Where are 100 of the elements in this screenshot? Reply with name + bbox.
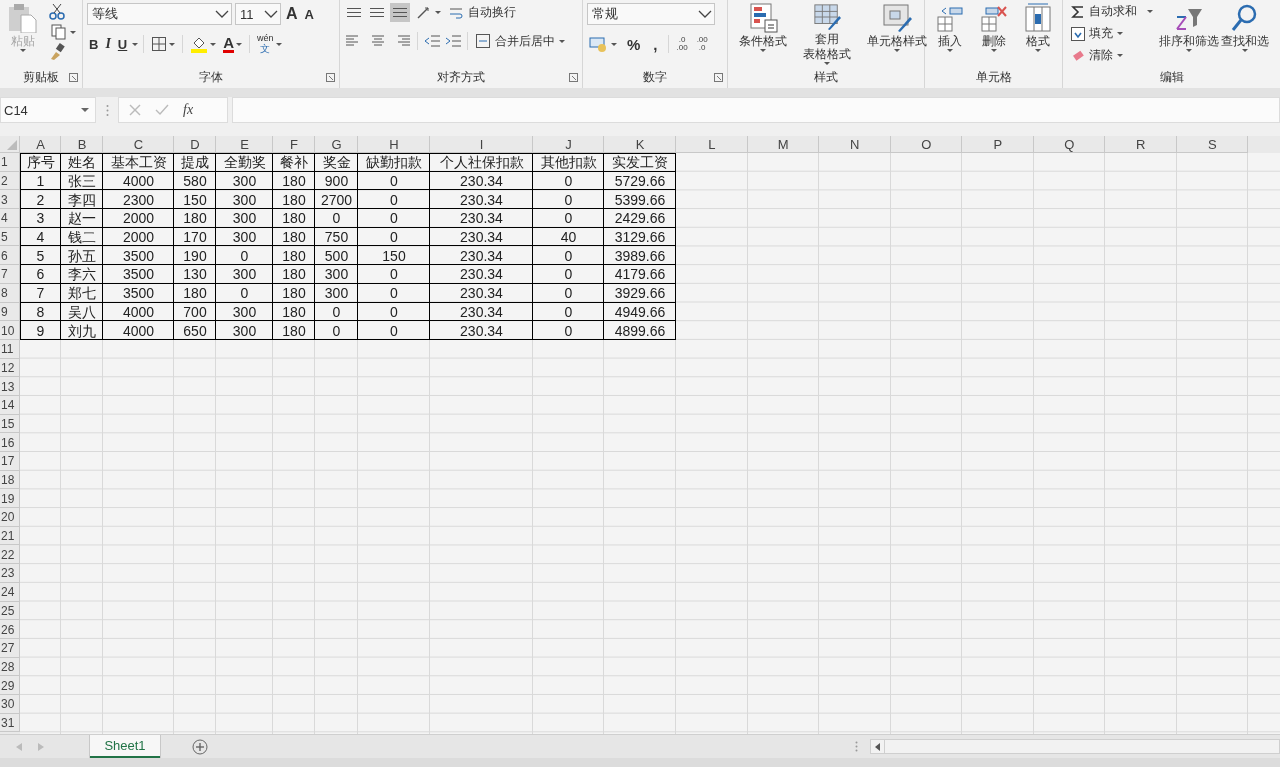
delete-button[interactable]: 删除 bbox=[977, 3, 1011, 65]
table-cell: 6 bbox=[20, 265, 61, 284]
column-header[interactable]: D bbox=[174, 136, 216, 153]
sort-filter-button[interactable]: 排序和筛选 bbox=[1159, 3, 1219, 65]
cancel-icon[interactable] bbox=[129, 104, 141, 116]
copy-button[interactable] bbox=[48, 23, 78, 41]
row-header[interactable]: 29 bbox=[0, 676, 20, 695]
left-arrow-icon[interactable] bbox=[875, 742, 880, 751]
row-header[interactable]: 4 bbox=[0, 209, 20, 228]
column-header[interactable]: G bbox=[315, 136, 358, 153]
bottom-align-button[interactable] bbox=[390, 3, 410, 22]
column-header[interactable]: M bbox=[747, 136, 819, 153]
format-button[interactable]: 格式 bbox=[1021, 3, 1055, 65]
column-header[interactable]: A bbox=[20, 136, 61, 153]
autosum-button[interactable]: 自动求和 bbox=[1069, 3, 1155, 20]
name-box[interactable]: C14 bbox=[0, 97, 96, 123]
column-header[interactable]: P bbox=[962, 136, 1034, 153]
row-header[interactable]: 16 bbox=[0, 433, 20, 452]
row-header[interactable]: 23 bbox=[0, 564, 20, 583]
bold-button[interactable]: B bbox=[87, 36, 101, 52]
decrease-font-size-button[interactable]: A bbox=[302, 6, 316, 22]
row-header[interactable]: 3 bbox=[0, 190, 20, 210]
merge-center-button[interactable]: 合并后居中 bbox=[473, 32, 567, 50]
table-cell: 吴八 bbox=[61, 302, 103, 322]
drag-handle-icon bbox=[105, 103, 109, 117]
insert-button[interactable]: 插入 bbox=[933, 3, 967, 65]
table-cell: 180 bbox=[273, 246, 315, 266]
phonetic-guide-button[interactable]: wén 文 bbox=[255, 34, 284, 54]
align-center-icon[interactable] bbox=[370, 33, 386, 49]
column-header[interactable]: L bbox=[676, 136, 748, 153]
increase-decimal-button[interactable]: .0 .00 bbox=[673, 36, 691, 52]
conditional-formatting-button[interactable]: 条件格式 bbox=[736, 3, 790, 65]
column-header[interactable]: S bbox=[1176, 136, 1248, 153]
row-header[interactable]: 20 bbox=[0, 508, 20, 527]
column-header[interactable]: I bbox=[430, 136, 533, 153]
column-header[interactable]: K bbox=[604, 136, 676, 153]
increase-font-size-button[interactable]: A bbox=[284, 5, 300, 23]
wrap-text-button[interactable]: 自动换行 bbox=[446, 4, 518, 21]
dialog-launcher-icon[interactable] bbox=[326, 72, 335, 82]
comma-style-button[interactable]: , bbox=[648, 35, 663, 53]
column-header[interactable]: E bbox=[216, 136, 273, 153]
percent-button[interactable]: % bbox=[622, 35, 646, 53]
row-header[interactable]: 6 bbox=[0, 246, 20, 266]
check-icon[interactable] bbox=[155, 104, 169, 116]
currency-button[interactable] bbox=[587, 36, 619, 52]
paintbrush-icon[interactable] bbox=[48, 43, 66, 61]
caret-icon bbox=[1186, 49, 1192, 52]
column-header[interactable]: C bbox=[103, 136, 174, 153]
row-header[interactable]: 17 bbox=[0, 452, 20, 471]
column-header[interactable]: R bbox=[1105, 136, 1177, 153]
drag-handle-icon[interactable] bbox=[855, 741, 858, 752]
column-header[interactable]: B bbox=[61, 136, 103, 153]
dialog-launcher-icon[interactable] bbox=[569, 72, 578, 82]
align-left-icon[interactable] bbox=[344, 33, 360, 49]
format-as-table-button[interactable]: 套用 表格格式 bbox=[800, 3, 854, 65]
table-cell: 0 bbox=[216, 246, 273, 266]
table-cell: 230.34 bbox=[430, 227, 533, 247]
dialog-launcher-icon[interactable] bbox=[714, 72, 723, 82]
column-header[interactable]: J bbox=[533, 136, 604, 153]
row-header[interactable]: 19 bbox=[0, 489, 20, 509]
column-header[interactable]: F bbox=[273, 136, 315, 153]
row-header[interactable]: 26 bbox=[0, 620, 20, 639]
table-cell: 180 bbox=[273, 321, 315, 340]
row-header[interactable]: 13 bbox=[0, 377, 20, 396]
clear-button[interactable]: 清除 bbox=[1069, 47, 1125, 64]
table-cell: 3129.66 bbox=[604, 227, 676, 247]
increase-indent-icon[interactable] bbox=[444, 33, 462, 49]
scissors-icon[interactable] bbox=[48, 3, 66, 21]
italic-button[interactable]: I bbox=[103, 36, 113, 52]
column-header[interactable]: N bbox=[819, 136, 891, 153]
find-select-button[interactable]: 查找和选 bbox=[1221, 3, 1269, 65]
table-cell: 3 bbox=[20, 209, 61, 228]
number-format-dropdown[interactable]: 常规 bbox=[587, 3, 715, 25]
decrease-decimal-button[interactable]: .00 .0 bbox=[693, 36, 711, 52]
column-header[interactable]: H bbox=[358, 136, 430, 153]
horizontal-scrollbar[interactable] bbox=[870, 739, 1280, 754]
column-header[interactable]: O bbox=[890, 136, 962, 153]
row-header[interactable]: 22 bbox=[0, 545, 20, 565]
formula-input[interactable] bbox=[232, 97, 1280, 123]
font-size-dropdown[interactable]: 11 bbox=[235, 3, 281, 25]
decrease-indent-icon[interactable] bbox=[423, 33, 441, 49]
table-cell: 9 bbox=[20, 321, 61, 340]
font-name-dropdown[interactable]: 等线 bbox=[87, 3, 232, 25]
add-sheet-icon[interactable] bbox=[192, 738, 208, 755]
dialog-launcher-icon[interactable] bbox=[69, 72, 78, 82]
row-header[interactable]: 7 bbox=[0, 265, 20, 284]
column-header[interactable]: Q bbox=[1033, 136, 1105, 153]
sheet-tab[interactable]: Sheet1 bbox=[90, 735, 160, 758]
row-header[interactable]: 10 bbox=[0, 321, 20, 340]
fill-button[interactable]: 填充 bbox=[1069, 25, 1125, 42]
cell-style-icon bbox=[882, 3, 912, 33]
chevron-icon bbox=[698, 9, 712, 19]
conditional-format-icon bbox=[748, 3, 778, 33]
cell-styles-button[interactable]: 单元格样式 bbox=[864, 3, 930, 65]
font-color-button[interactable]: A bbox=[221, 35, 245, 53]
align-right-icon[interactable] bbox=[396, 33, 412, 49]
underline-button[interactable]: U bbox=[115, 36, 130, 52]
table-cell: 180 bbox=[273, 265, 315, 284]
row-header[interactable]: 1 bbox=[0, 153, 20, 172]
insert-function-button[interactable]: fx bbox=[183, 102, 194, 118]
